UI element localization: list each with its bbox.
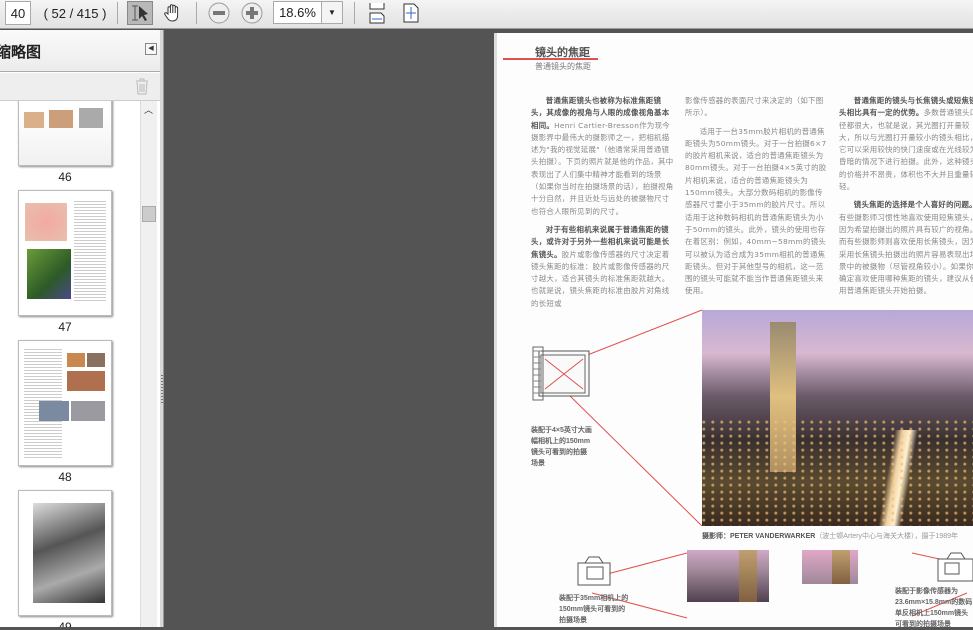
collapse-panel-button[interactable]: ◀ (145, 43, 157, 55)
fit-page-icon (403, 3, 419, 23)
page-thumbnail[interactable] (18, 190, 112, 316)
panel-title: 缩略图 (0, 44, 42, 61)
fit-width-icon (369, 3, 385, 24)
35mm-crop-photo (687, 550, 769, 602)
chevron-left-icon: ◀ (148, 45, 154, 52)
fit-width-button[interactable] (366, 0, 388, 26)
caption-35mm: 装配于35mm相机上的150mm镜头可看到的拍摄场景 (559, 595, 629, 624)
35mm-camera-icon (577, 556, 611, 586)
zoom-in-button[interactable] (240, 0, 264, 26)
thumbnails-panel: 缩略图 ◀ 46 47 48 49 ︿ (0, 30, 160, 627)
page-thumbnail[interactable] (18, 340, 112, 466)
trash-icon (136, 78, 148, 95)
fit-page-button[interactable] (400, 0, 422, 26)
select-tool-button[interactable] (127, 1, 153, 25)
panel-splitter[interactable] (160, 30, 164, 627)
zoom-out-button[interactable] (207, 0, 231, 26)
hand-tool-icon (164, 4, 179, 22)
zoom-level-input[interactable]: 18.6% (273, 1, 322, 24)
zoom-in-icon (241, 2, 263, 24)
delete-page-button[interactable] (135, 78, 149, 95)
toolbar: 40 ( 52 / 415 ) 18.6% ▼ (0, 0, 973, 29)
page-thumbnail[interactable] (18, 490, 112, 616)
thumbnail-label: 48 (58, 470, 72, 484)
thumbnail-label: 49 (58, 620, 72, 627)
page-number-input[interactable]: 40 (5, 1, 31, 25)
large-format-camera-icon (532, 346, 590, 401)
photo-credit: 摄影师：PETER VANDERWARKER（波士顿Artery中心与海关大楼）… (702, 533, 959, 540)
scroll-up-arrow[interactable]: ︿ (144, 103, 153, 116)
digital-crop-photo (802, 550, 858, 584)
select-tool-icon (132, 5, 148, 21)
caption-large-format: 装配于4×5英寸大画幅相机上的150mm镜头可看到的拍摄场景 (531, 427, 592, 467)
city-photo (702, 310, 973, 526)
hand-tool-button[interactable] (160, 0, 186, 26)
thumbnail-label: 46 (58, 170, 72, 184)
thumbnails-scrollbar[interactable]: ︿ (140, 101, 157, 627)
caption-digital: 装配于影像传感器为23.6mm×15.8mm的数码单反相机上150mm镜头可看到… (895, 588, 973, 628)
zoom-out-icon (208, 2, 230, 24)
pdf-page: 镜头的焦距 普通镜头的焦距 普通焦距镜头也被称为标准焦距镜头，其成像的视角与人眼… (494, 33, 973, 628)
scrollbar-thumb[interactable] (142, 206, 156, 222)
page-count: ( 52 / 415 ) (43, 5, 107, 21)
zoom-dropdown-button[interactable]: ▼ (321, 1, 343, 24)
dslr-camera-icon (937, 552, 973, 582)
page-thumbnail[interactable] (18, 101, 112, 166)
thumbnail-label: 47 (58, 320, 72, 334)
